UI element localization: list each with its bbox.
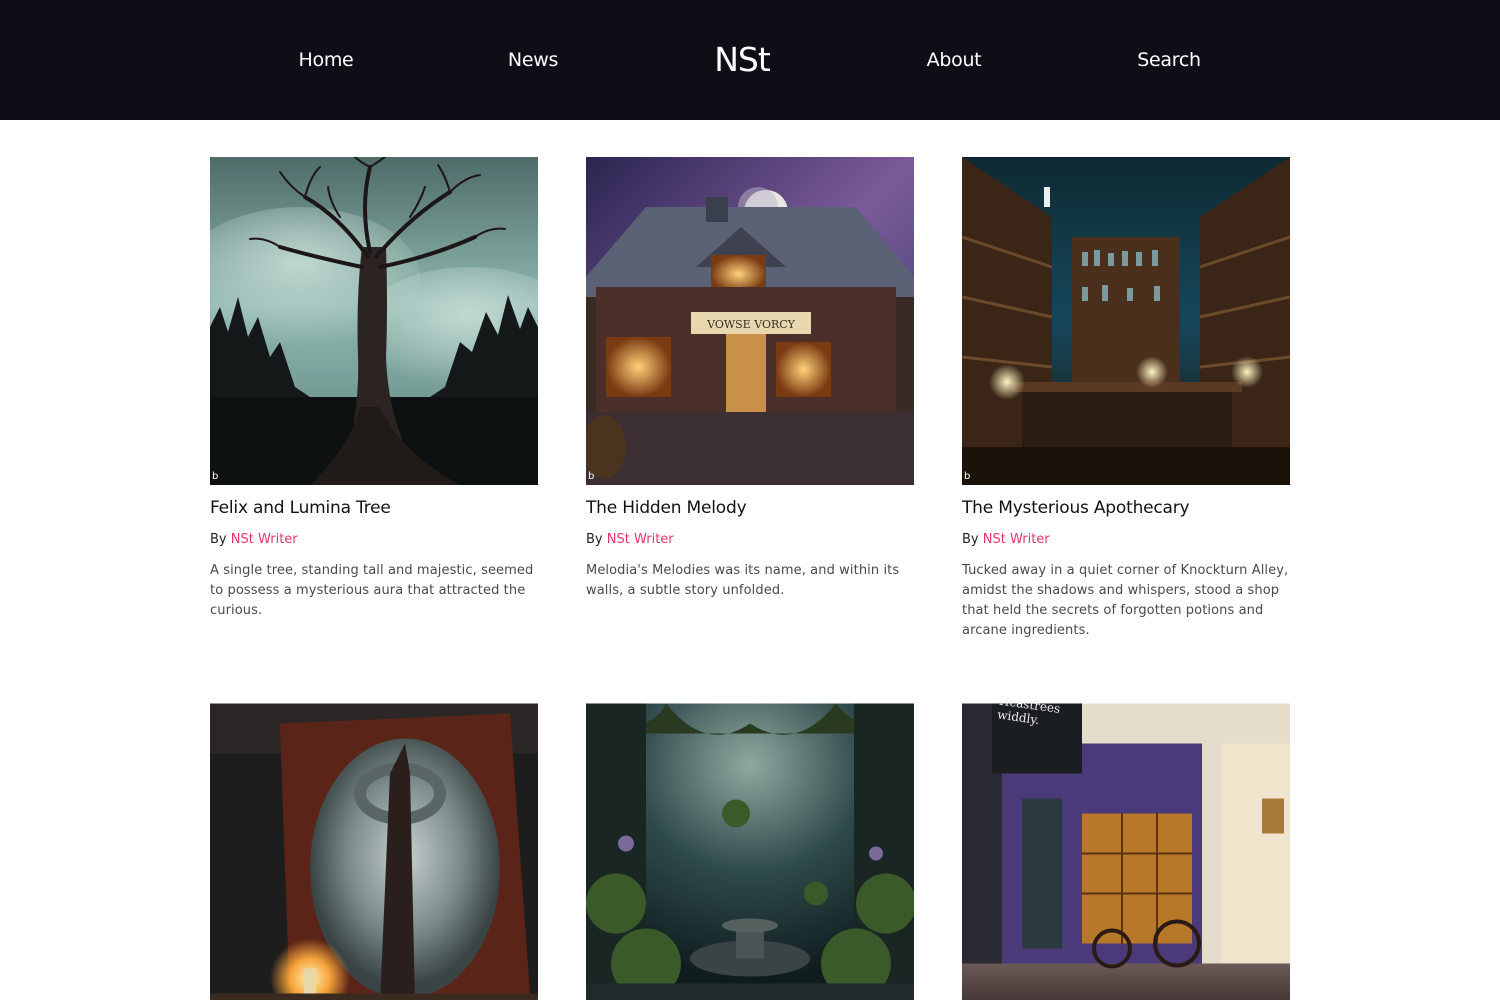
author-link[interactable]: NSt Writer [983,532,1050,547]
nav-search-link[interactable]: Search [1137,45,1201,75]
post-thumbnail-apothecary[interactable]: b [962,157,1290,485]
post-thumbnail-alley-shop[interactable]: Hcastrees widdly. [962,693,1290,1000]
post-title[interactable]: The Hidden Melody [586,497,914,519]
byline-prefix: By [586,532,603,547]
post-card: VOWSE VORCY b The Hidden Melody By NSt W… [586,157,914,601]
post-excerpt: A single tree, standing tall and majesti… [210,563,534,618]
overgrown-fountain-image [586,703,914,1000]
post-card [210,693,538,1000]
post-thumbnail-giant-tree[interactable]: b [210,157,538,485]
byline-prefix: By [962,532,979,547]
post-card [586,693,914,1000]
post-card: b Felix and Lumina Tree By NSt Writer A … [210,157,538,621]
watermark-icon: b [588,471,595,482]
post-thumbnail-music-shop[interactable]: VOWSE VORCY b [586,157,914,485]
post-thumbnail-fountain[interactable] [586,693,914,1000]
mirror-candle-image [210,703,538,1000]
post-thumbnail-mirror[interactable] [210,693,538,1000]
shop-sign-text: VOWSE VORCY [706,318,796,331]
byline-prefix: By [210,532,227,547]
apothecary-image [962,157,1290,485]
post-title[interactable]: The Mysterious Apothecary [962,497,1290,519]
post-byline: By NSt Writer [210,531,538,549]
nav-about-link[interactable]: About [927,45,982,75]
post-byline: By NSt Writer [962,531,1290,549]
post-card: b The Mysterious Apothecary By NSt Write… [962,157,1290,641]
nav-home-link[interactable]: Home [299,45,354,75]
post-excerpt: Melodia's Melodies was its name, and wit… [586,563,900,598]
site-header: Home News NSt About Search [0,0,1500,120]
post-byline: By NSt Writer [586,531,914,549]
post-title[interactable]: Felix and Lumina Tree [210,497,538,519]
nav-news-link[interactable]: News [508,45,558,75]
site-logo[interactable]: NSt [714,38,771,82]
author-link[interactable]: NSt Writer [231,532,298,547]
post-excerpt: Tucked away in a quiet corner of Knocktu… [962,563,1289,638]
watermark-icon: b [964,471,971,482]
author-link[interactable]: NSt Writer [607,532,674,547]
watermark-icon: b [212,471,219,482]
music-shop-image: VOWSE VORCY [586,157,914,485]
giant-tree-image [210,157,538,485]
alley-shopfront-image [962,703,1290,1000]
post-card: Hcastrees widdly. [962,693,1290,1000]
